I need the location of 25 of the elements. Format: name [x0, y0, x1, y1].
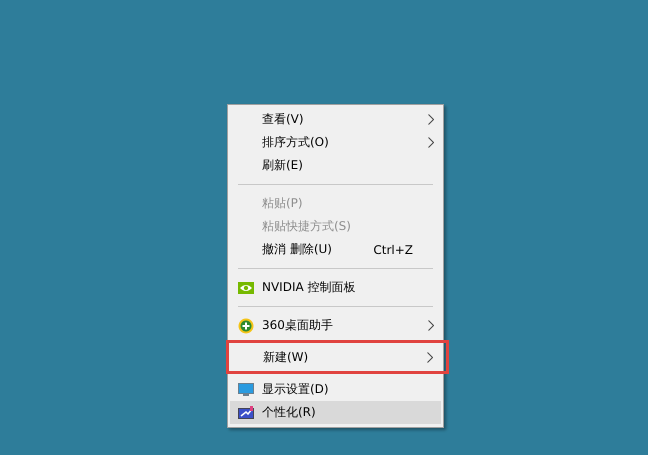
plus-circle-icon [238, 318, 254, 334]
menu-item-label: 撤消 删除(U) [262, 241, 333, 258]
menu-item[interactable]: 显示设置(D) [230, 378, 441, 401]
menu-item[interactable]: 个性化(R) [230, 401, 441, 424]
menu-item[interactable]: NVIDIA 控制面板 [230, 276, 441, 299]
menu-item-label: 个性化(R) [262, 404, 317, 421]
menu-item-label: 粘贴快捷方式(S) [262, 218, 352, 235]
monitor-icon [238, 382, 254, 396]
menu-item[interactable]: 新建(W) [226, 340, 449, 374]
menu-item[interactable]: 撤消 删除(U) Ctrl+Z [230, 238, 441, 261]
menu-item-label: NVIDIA 控制面板 [262, 279, 357, 296]
menu-item-label: 显示设置(D) [262, 381, 330, 398]
menu-item-label: 排序方式(O) [262, 134, 330, 151]
menu-item-label: 查看(V) [262, 111, 305, 128]
menu-item-label: 新建(W) [263, 348, 310, 366]
menu-item-label: 刷新(E) [262, 157, 304, 174]
menu-item-label: 360桌面助手 [262, 317, 334, 334]
shortcut-text: Ctrl+Z [373, 242, 413, 256]
menu-item[interactable]: 360桌面助手 [230, 314, 441, 337]
menu-item[interactable]: 查看(V) [230, 108, 441, 131]
menu-item[interactable]: 排序方式(O) [230, 131, 441, 154]
eye-logo-icon [238, 282, 254, 294]
paint-monitor-icon [238, 406, 254, 420]
menu-item[interactable]: 刷新(E) [230, 154, 441, 177]
menu-item-label: 粘贴(P) [262, 195, 304, 212]
